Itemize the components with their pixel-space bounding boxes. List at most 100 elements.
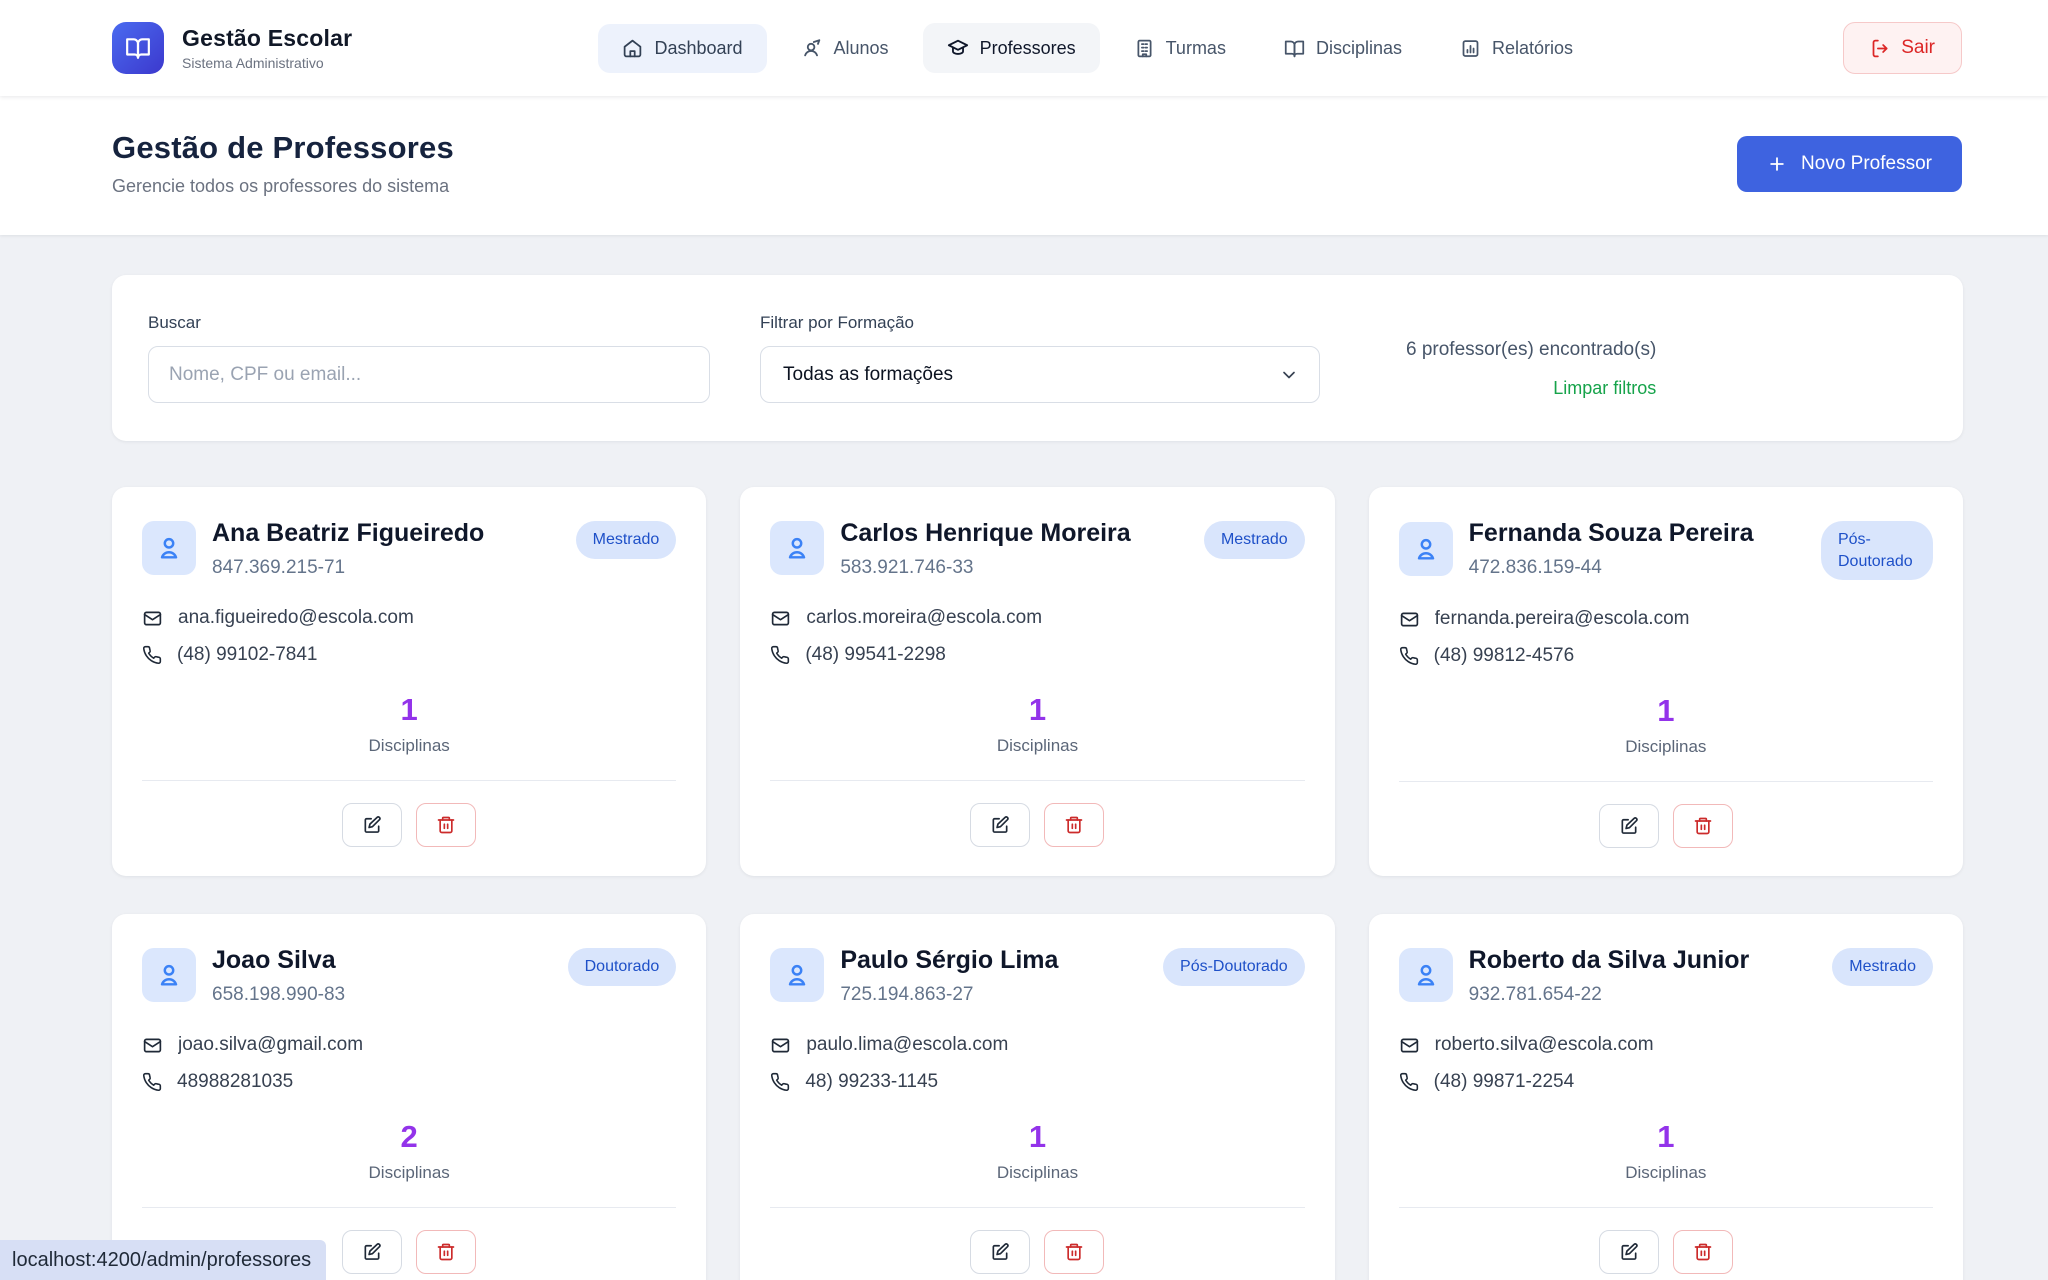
app-title: Gestão Escolar — [182, 25, 352, 52]
edit-pencil-icon — [1619, 1242, 1639, 1262]
student-icon — [801, 37, 823, 59]
trash-icon — [1693, 816, 1713, 836]
nav-item-disciplinas[interactable]: Disciplinas — [1260, 24, 1426, 73]
disciplines-stat: 1 Disciplinas — [1399, 1119, 1933, 1183]
phone-icon — [142, 645, 162, 665]
disciplines-label: Disciplinas — [770, 1163, 1304, 1183]
teacher-name: Fernanda Souza Pereira — [1469, 517, 1805, 550]
edit-pencil-icon — [990, 815, 1010, 835]
logout-icon — [1870, 38, 1891, 59]
mail-icon — [770, 608, 791, 629]
delete-button[interactable] — [1044, 803, 1104, 847]
disciplines-stat: 1 Disciplinas — [142, 692, 676, 756]
trash-icon — [1064, 1242, 1084, 1262]
teacher-email: paulo.lima@escola.com — [806, 1034, 1008, 1056]
teacher-cpf: 472.836.159-44 — [1469, 557, 1805, 579]
disciplines-count: 1 — [142, 692, 676, 728]
search-input[interactable] — [148, 346, 710, 403]
content-area: Buscar Filtrar por Formação Todas as for… — [0, 235, 2048, 1280]
teacher-email: roberto.silva@escola.com — [1435, 1034, 1654, 1056]
teacher-cpf: 847.369.215-71 — [212, 557, 560, 579]
formation-select[interactable]: Todas as formações — [760, 346, 1320, 403]
page-subtitle: Gerencie todos os professores do sistema — [112, 176, 454, 197]
edit-button[interactable] — [1599, 1230, 1659, 1274]
nav-item-professores[interactable]: Professores — [923, 23, 1100, 73]
graduation-cap-icon — [947, 37, 969, 59]
status-url-tooltip: localhost:4200/admin/professores — [0, 1240, 326, 1280]
delete-button[interactable] — [416, 1230, 476, 1274]
delete-button[interactable] — [1673, 1230, 1733, 1274]
teacher-phone: (48) 99871-2254 — [1434, 1071, 1575, 1093]
brand: Gestão Escolar Sistema Administrativo — [112, 22, 352, 74]
teacher-card: Ana Beatriz Figueiredo 847.369.215-71 Me… — [112, 487, 706, 876]
trash-icon — [436, 815, 456, 835]
user-avatar-icon — [1399, 948, 1453, 1002]
nav-item-alunos[interactable]: Alunos — [777, 23, 913, 73]
disciplines-count: 2 — [142, 1119, 676, 1155]
teacher-name: Paulo Sérgio Lima — [840, 944, 1147, 977]
disciplines-label: Disciplinas — [770, 736, 1304, 756]
delete-button[interactable] — [416, 803, 476, 847]
degree-badge: Doutorado — [568, 948, 677, 986]
edit-button[interactable] — [970, 803, 1030, 847]
teacher-phone: (48) 99812-4576 — [1434, 645, 1575, 667]
teacher-cpf: 932.781.654-22 — [1469, 984, 1817, 1006]
open-book-icon — [1284, 38, 1305, 59]
disciplines-label: Disciplinas — [142, 1163, 676, 1183]
edit-button[interactable] — [342, 1230, 402, 1274]
new-teacher-button[interactable]: Novo Professor — [1737, 136, 1962, 192]
degree-badge: Pós-Doutorado — [1821, 521, 1933, 580]
teacher-cpf: 583.921.746-33 — [840, 557, 1188, 579]
teacher-card: Roberto da Silva Junior 932.781.654-22 M… — [1369, 914, 1963, 1280]
mail-icon — [770, 1035, 791, 1056]
teacher-email: ana.figueiredo@escola.com — [178, 607, 414, 629]
disciplines-count: 1 — [770, 692, 1304, 728]
teacher-name: Joao Silva — [212, 944, 552, 977]
page-header: Gestão de Professores Gerencie todos os … — [0, 96, 2048, 235]
edit-pencil-icon — [1619, 816, 1639, 836]
card-divider — [1399, 781, 1933, 782]
nav-item-relatorios[interactable]: Relatórios — [1436, 24, 1597, 73]
teacher-name: Roberto da Silva Junior — [1469, 944, 1817, 977]
logout-button[interactable]: Sair — [1843, 22, 1962, 74]
teacher-email: carlos.moreira@escola.com — [806, 607, 1042, 629]
teacher-card: Carlos Henrique Moreira 583.921.746-33 M… — [740, 487, 1334, 876]
edit-pencil-icon — [362, 1242, 382, 1262]
teacher-phone: (48) 99102-7841 — [177, 644, 318, 666]
degree-badge: Pós-Doutorado — [1163, 948, 1305, 986]
teacher-phone: 48988281035 — [177, 1071, 293, 1093]
card-divider — [142, 780, 676, 781]
delete-button[interactable] — [1673, 804, 1733, 848]
clear-filters-link[interactable]: Limpar filtros — [1553, 378, 1656, 399]
teacher-card: Fernanda Souza Pereira 472.836.159-44 Pó… — [1369, 487, 1963, 876]
nav-item-dashboard[interactable]: Dashboard — [598, 24, 766, 73]
results-count: 6 professor(es) encontrado(s) — [1406, 339, 1656, 361]
teacher-card: Joao Silva 658.198.990-83 Doutorado joao… — [112, 914, 706, 1280]
app-subtitle: Sistema Administrativo — [182, 55, 352, 71]
user-avatar-icon — [1399, 522, 1453, 576]
teacher-name: Carlos Henrique Moreira — [840, 517, 1188, 550]
user-avatar-icon — [142, 948, 196, 1002]
edit-button[interactable] — [970, 1230, 1030, 1274]
user-avatar-icon — [770, 948, 824, 1002]
disciplines-count: 1 — [1399, 1119, 1933, 1155]
mail-icon — [1399, 1035, 1420, 1056]
mail-icon — [142, 608, 163, 629]
degree-badge: Mestrado — [576, 521, 677, 559]
card-divider — [142, 1207, 676, 1208]
disciplines-stat: 1 Disciplinas — [770, 692, 1304, 756]
trash-icon — [436, 1242, 456, 1262]
card-divider — [770, 1207, 1304, 1208]
mail-icon — [142, 1035, 163, 1056]
edit-button[interactable] — [1599, 804, 1659, 848]
nav-item-turmas[interactable]: Turmas — [1110, 24, 1250, 73]
card-divider — [770, 780, 1304, 781]
teacher-card: Paulo Sérgio Lima 725.194.863-27 Pós-Dou… — [740, 914, 1334, 1280]
delete-button[interactable] — [1044, 1230, 1104, 1274]
plus-icon — [1767, 154, 1787, 174]
formation-filter-label: Filtrar por Formação — [760, 313, 1320, 333]
formation-select-value: Todas as formações — [783, 364, 953, 386]
edit-button[interactable] — [342, 803, 402, 847]
teacher-name: Ana Beatriz Figueiredo — [212, 517, 560, 550]
top-navbar: Gestão Escolar Sistema Administrativo Da… — [0, 0, 2048, 96]
